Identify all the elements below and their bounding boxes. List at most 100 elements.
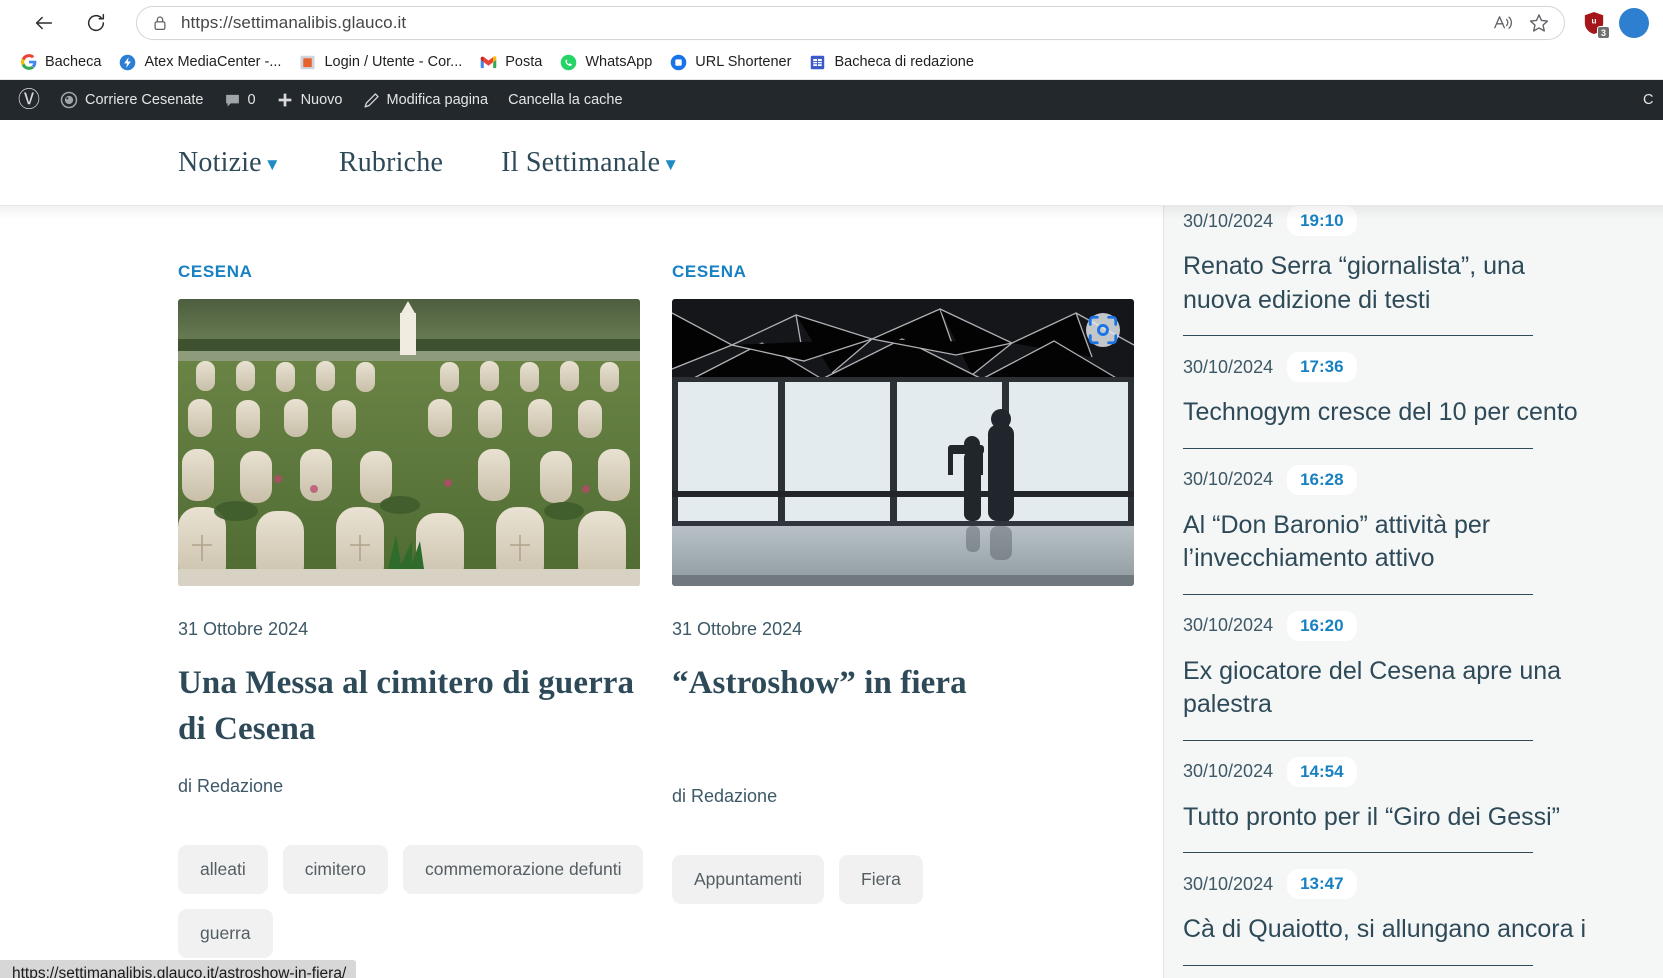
- chevron-down-icon: ▼: [662, 156, 679, 173]
- bookmark-label: Atex MediaCenter -...: [144, 54, 281, 70]
- wp-clear-cache[interactable]: Cancella la cache: [498, 80, 632, 120]
- plus-icon: [276, 91, 294, 109]
- news-list-item[interactable]: 30/10/2024 19:10 Renato Serra “giornalis…: [1183, 206, 1533, 336]
- nav-item-rubriche[interactable]: Rubriche: [339, 147, 443, 179]
- nav-item-il-settimanale[interactable]: Il Settimanale ▼: [501, 147, 679, 179]
- news-list-item[interactable]: 30/10/2024 14:54 Tutto pronto per il “Gi…: [1183, 741, 1533, 854]
- news-list-item[interactable]: 30/10/2024 13:47 Cà di Quaiotto, si allu…: [1183, 853, 1533, 966]
- whatsapp-icon: [560, 54, 577, 71]
- news-title[interactable]: Al “Don Baronio” attività per l’invecchi…: [1183, 509, 1578, 576]
- tag-pill[interactable]: guerra: [178, 909, 273, 958]
- news-title[interactable]: Cà di Quaiotto, si allungano ancora i: [1183, 913, 1533, 947]
- wp-right-label: C: [1643, 92, 1653, 108]
- ublock-extension-button[interactable]: u 3: [1579, 8, 1609, 38]
- article-card[interactable]: CESENA: [672, 262, 1134, 978]
- wp-comments-count: 0: [248, 92, 256, 108]
- tag-pill[interactable]: Fiera: [839, 855, 923, 904]
- primary-navigation: Notizie ▼ Rubriche Il Settimanale ▼: [178, 147, 679, 179]
- atex-glyph: [119, 54, 136, 71]
- wp-edit-page[interactable]: Modifica pagina: [353, 80, 499, 120]
- news-time-badge: 16:20: [1287, 611, 1356, 641]
- article-category[interactable]: CESENA: [178, 262, 640, 282]
- dashboard-icon: [60, 91, 78, 109]
- address-bar[interactable]: https://settimanalibis.glauco.it: [136, 6, 1565, 40]
- visual-search-icon[interactable]: [1086, 313, 1120, 347]
- news-time-badge: 17:36: [1287, 352, 1356, 382]
- google-icon: [20, 54, 37, 71]
- news-meta: 30/10/2024 14:54: [1183, 757, 1533, 787]
- wp-comments[interactable]: 0: [214, 80, 266, 120]
- login-icon: [299, 54, 316, 71]
- bookmark-login-utente[interactable]: Login / Utente - Cor...: [291, 50, 470, 75]
- site-header: Notizie ▼ Rubriche Il Settimanale ▼: [0, 120, 1663, 206]
- news-meta: 30/10/2024 19:10: [1183, 206, 1533, 236]
- bookmark-label: WhatsApp: [585, 54, 652, 70]
- news-time-badge: 16:28: [1287, 465, 1356, 495]
- wp-site-name[interactable]: Corriere Cesenate: [50, 80, 213, 120]
- back-button[interactable]: [26, 5, 62, 41]
- bookmark-posta[interactable]: Posta: [472, 50, 550, 75]
- bookmark-bacheca-di-redazione[interactable]: Bacheca di redazione: [801, 50, 981, 75]
- news-meta: 30/10/2024 16:20: [1183, 611, 1533, 641]
- visual-search-glyph: [1086, 313, 1120, 347]
- read-aloud-glyph: [1493, 12, 1514, 33]
- wp-new-content[interactable]: Nuovo: [266, 80, 353, 120]
- reload-button[interactable]: [78, 5, 114, 41]
- shortener-glyph: [670, 54, 687, 71]
- wp-adminbar-right-truncated[interactable]: C: [1643, 80, 1663, 120]
- bookmark-url-shortener[interactable]: URL Shortener: [662, 50, 799, 75]
- articles-grid: CESENA: [0, 206, 1163, 978]
- news-date: 30/10/2024: [1183, 761, 1273, 782]
- article-title[interactable]: Una Messa al cimitero di guerra di Cesen…: [178, 660, 640, 752]
- news-date: 30/10/2024: [1183, 615, 1273, 636]
- war-cemetery-photo: [178, 299, 640, 586]
- tag-pill[interactable]: commemorazione defunti: [403, 845, 643, 894]
- news-list-item[interactable]: 30/10/2024 16:20 Ex giocatore del Cesena…: [1183, 595, 1533, 741]
- article-byline: di Redazione: [672, 786, 1134, 807]
- article-title[interactable]: “Astroshow” in fiera: [672, 660, 1134, 706]
- news-list-item[interactable]: 30/10/2024 16:28 Al “Don Baronio” attivi…: [1183, 449, 1533, 595]
- news-title[interactable]: Ex giocatore del Cesena apre una palestr…: [1183, 655, 1578, 722]
- wp-logo-menu[interactable]: Ⓥ: [8, 80, 50, 120]
- article-tags: alleati cimitero commemorazione defunti …: [178, 845, 648, 958]
- article-date: 31 Ottobre 2024: [672, 619, 1134, 640]
- atex-icon: [119, 54, 136, 71]
- article-thumbnail[interactable]: [178, 299, 640, 586]
- profile-avatar[interactable]: [1619, 8, 1649, 38]
- comment-glyph: [224, 92, 241, 109]
- news-meta: 30/10/2024 17:36: [1183, 352, 1533, 382]
- news-title[interactable]: Technogym cresce del 10 per cento: [1183, 396, 1533, 430]
- extension-icons: u 3: [1579, 8, 1651, 38]
- news-title[interactable]: Tutto pronto per il “Giro dei Gessi”: [1183, 801, 1533, 835]
- pencil-icon: [363, 92, 380, 109]
- news-date: 30/10/2024: [1183, 469, 1273, 490]
- page-body: CESENA: [0, 206, 1663, 978]
- news-list-item[interactable]: 30/10/2024 17:36 Technogym cresce del 10…: [1183, 336, 1533, 449]
- tag-pill[interactable]: alleati: [178, 845, 268, 894]
- tag-pill[interactable]: Appuntamenti: [672, 855, 824, 904]
- article-category[interactable]: CESENA: [672, 262, 1134, 282]
- bookmark-whatsapp[interactable]: WhatsApp: [552, 50, 660, 75]
- news-meta: 30/10/2024 13:47: [1183, 869, 1533, 899]
- star-glyph: [1528, 12, 1550, 34]
- read-aloud-icon[interactable]: [1488, 8, 1518, 38]
- nav-item-notizie[interactable]: Notizie ▼: [178, 147, 281, 179]
- browser-chrome: https://settimanalibis.glauco.it u 3: [0, 0, 1663, 80]
- back-arrow-icon: [33, 12, 55, 34]
- extension-badge-count: 3: [1597, 26, 1610, 39]
- tag-pill[interactable]: cimitero: [283, 845, 388, 894]
- wp-clear-cache-label: Cancella la cache: [508, 92, 622, 108]
- article-thumbnail[interactable]: [672, 299, 1134, 586]
- news-date: 30/10/2024: [1183, 211, 1273, 232]
- login-glyph: [299, 54, 316, 71]
- favorite-star-icon[interactable]: [1524, 8, 1554, 38]
- article-card[interactable]: CESENA: [178, 262, 640, 978]
- news-meta: 30/10/2024 16:28: [1183, 465, 1533, 495]
- bookmark-label: URL Shortener: [695, 54, 791, 70]
- article-tags: Appuntamenti Fiera: [672, 855, 1142, 904]
- bookmark-bacheca[interactable]: Bacheca: [12, 50, 109, 75]
- news-title[interactable]: Renato Serra “giornalista”, una nuova ed…: [1183, 250, 1578, 317]
- nav-label: Notizie: [178, 147, 262, 179]
- bookmark-label: Bacheca di redazione: [834, 54, 973, 70]
- bookmark-atex-mediacenter[interactable]: Atex MediaCenter -...: [111, 50, 289, 75]
